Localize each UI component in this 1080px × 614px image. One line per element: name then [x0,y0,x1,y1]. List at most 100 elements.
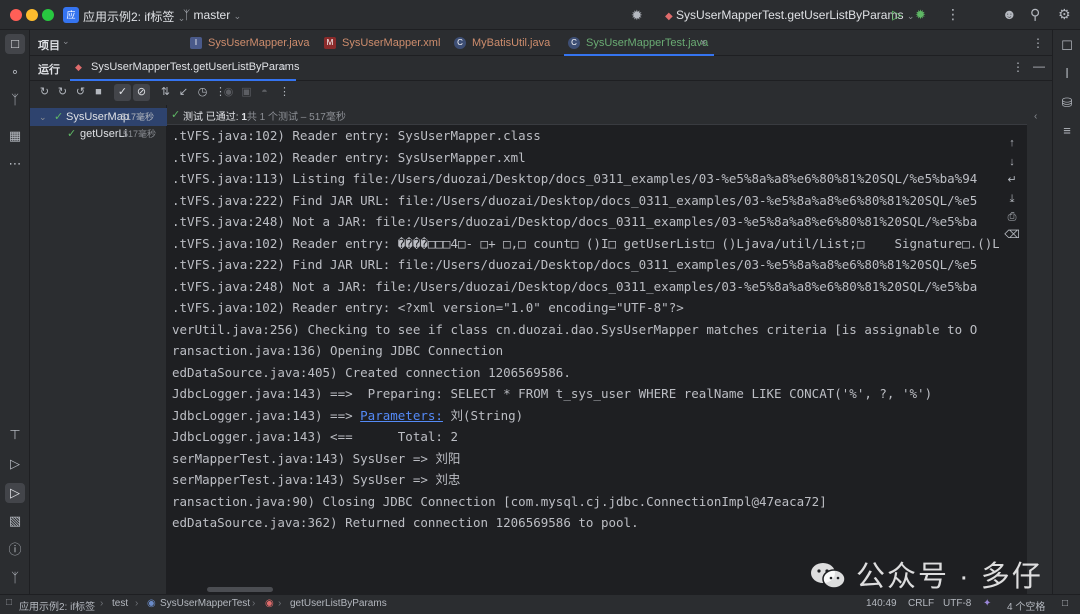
method-icon: ◉ [265,598,274,609]
terminal-icon[interactable]: ▧ [5,511,25,531]
clear-trash-icon[interactable]: ⌫ [1004,227,1020,243]
minimize-icon[interactable]: — [1033,59,1045,73]
breadcrumb-method[interactable]: getUserListByParams [290,598,387,609]
run-tab[interactable]: ◆ SysUserMapperTest.getUserListByParams … [70,56,299,81]
ai-assistant-icon[interactable]: ا [1057,64,1077,84]
more-icon[interactable]: ⋮ [1012,60,1024,74]
project-box-icon: □ [6,597,13,608]
camera-icon[interactable]: ◉ [220,84,237,101]
collapse-icon[interactable]: ↙ [175,84,192,101]
project-badge: 应 [63,7,79,23]
more-icon[interactable]: ⋮ [946,7,960,21]
pass-check-icon: ✓ [54,111,64,123]
scroll-to-end-icon[interactable]: ⤓ [1004,191,1020,207]
run-toolbar: ↻ ↻ ↺ ■ ✓ ⊘ ⇅ ↙ ◷ ⋮ ◉ ▣ ◓ ⋮ [30,81,1052,105]
services-icon[interactable]: ▷ [5,454,25,474]
show-passed-icon[interactable]: ✓ [114,84,131,101]
problems-icon[interactable]: ⓘ [5,540,25,560]
more-icon[interactable]: ⋮ [1032,36,1044,50]
watermark-text: 公众号 · 多仔 [856,561,1043,593]
run-icon[interactable]: ▷ [892,7,902,23]
tree-root-label: SysUserMap [66,111,129,123]
mybatis-xml-icon: M [324,37,336,49]
tree-row-root[interactable]: ⌄ ✓ SysUserMap 517毫秒 [30,108,167,126]
export-icon[interactable]: ▣ [238,84,255,101]
run-tool-icon[interactable]: ▷ [5,483,25,503]
minimize-window-button[interactable] [26,9,38,21]
console-line-text: ransaction.java:90) Closing JDBC Connect… [172,493,827,509]
rerun-icon[interactable]: ↻ [36,84,53,101]
search-icon[interactable]: ⚲ [1030,7,1040,21]
tab-sysusermapper-xml[interactable]: M SysUserMapper.xml [320,30,440,56]
notifications-icon[interactable]: ☐ [1057,36,1077,56]
git-icon[interactable]: ᛉ [5,568,25,588]
run-panel-label: 运行 [38,64,60,76]
settings-gear-icon[interactable]: ⚙ [1058,7,1071,21]
print-icon[interactable]: ⎙ [1004,209,1020,225]
pass-check-icon: ✓ [67,128,77,140]
soft-wrap-icon[interactable]: ↵ [1004,172,1020,188]
editor-tab-bar: I SysUserMapper.java M SysUserMapper.xml… [180,30,1052,56]
pass-check-icon: ✓ [171,109,181,121]
test-status-line: ✓ 测试 已通过: 1共 1 个测试 – 517毫秒 [167,105,1052,125]
breadcrumb-separator-icon: › [278,598,282,609]
more-tools-icon[interactable]: ⋯ [5,154,25,174]
file-encoding[interactable]: UTF-8 [943,598,971,609]
horizontal-scrollbar[interactable] [207,587,273,592]
console-line: .tVFS.java:102) Reader entry: SysUserMap… [172,125,541,147]
branch-selector[interactable]: ᛉ master ⌄ [183,8,241,22]
history-icon[interactable]: ◷ [194,84,211,101]
structure-icon[interactable]: ▦ [5,126,25,146]
breadcrumb-class[interactable]: SysUserMapperTest [160,598,250,609]
console-line: .tVFS.java:222) Find JAR URL: file:/User… [172,190,977,212]
stop-icon[interactable]: ■ [90,84,107,101]
close-tab-icon[interactable]: × [700,30,706,56]
ai-status-icon[interactable]: ✦ [983,598,991,609]
commit-icon[interactable]: ∘ [5,62,25,82]
zoom-window-button[interactable] [42,9,54,21]
scroll-down-icon[interactable]: ↓ [1004,154,1020,170]
console-link[interactable]: Parameters: [360,408,443,423]
tab-sysusermapper-java[interactable]: I SysUserMapper.java [186,30,310,56]
bug-icon[interactable]: ✹ [631,8,643,22]
scroll-up-icon[interactable]: ↑ [1004,135,1020,151]
pull-requests-icon[interactable]: ᛉ [5,90,25,110]
database-icon[interactable]: ⛁ [1057,93,1077,113]
console-line-text: JdbcLogger.java:143) ==> Preparing: SELE… [172,386,933,401]
toggle-auto-test-icon[interactable]: ↺ [72,84,89,101]
breadcrumb-folder[interactable]: test [112,598,128,609]
maven-icon[interactable]: ≡ [1057,121,1077,141]
console-line: JdbcLogger.java:143) ==> Preparing: SELE… [172,383,932,405]
project-selector[interactable]: 应用示例2: if标签 ⌄ [83,8,185,25]
indent-setting[interactable]: 4 个空格 [1007,598,1045,613]
add-user-icon[interactable]: ☻ [1002,7,1017,21]
tree-row-child[interactable]: ✓ getUserLi 517毫秒 [30,125,167,143]
close-tab-icon[interactable]: × [280,60,287,74]
run-panel-header: 运行 ◆ SysUserMapperTest.getUserListByPara… [30,56,1052,81]
console-line: ransaction.java:136) Opening JDBC Connec… [172,340,503,362]
run-config-selector[interactable]: ◆ SysUserMapperTest.getUserListByParams … [665,8,914,22]
chevron-left-icon[interactable]: ‹ [1034,111,1037,122]
rerun-failed-icon[interactable]: ↻ [54,84,71,101]
tab-label: SysUserMapperTest.java [586,37,709,49]
tab-mybatisutil-java[interactable]: C MyBatisUtil.java [450,30,550,56]
import-icon[interactable]: ◓ [256,84,273,101]
project-bar[interactable]: 项目 ⌄ [30,30,180,56]
more-icon[interactable]: ⋮ [276,84,293,101]
close-window-button[interactable] [10,9,22,21]
show-ignored-icon[interactable]: ⊘ [133,84,150,101]
java-class-icon: C [454,37,466,49]
console-output[interactable]: .tVFS.java:102) Reader entry: SysUserMap… [167,125,999,594]
console-line-text: verUtil.java:256) Checking to see if cla… [172,321,978,337]
debug-icon[interactable]: ✹ [915,7,926,23]
breadcrumb-separator-icon: › [135,598,139,609]
caret-position[interactable]: 140:49 [866,598,897,609]
breadcrumb-project[interactable]: 应用示例2: if标签 [19,598,95,613]
build-hammer-icon[interactable]: ⊤ [5,425,25,445]
tab-sysusermappertest-java[interactable]: C SysUserMapperTest.java × [564,30,714,56]
line-separator[interactable]: CRLF [908,598,934,609]
console-line-text: .tVFS.java:102) Reader entry: SysUserMap… [172,128,541,143]
sort-icon[interactable]: ⇅ [157,84,174,101]
lock-icon[interactable]: □ [1062,598,1068,609]
project-folder-icon[interactable]: □ [5,34,25,54]
